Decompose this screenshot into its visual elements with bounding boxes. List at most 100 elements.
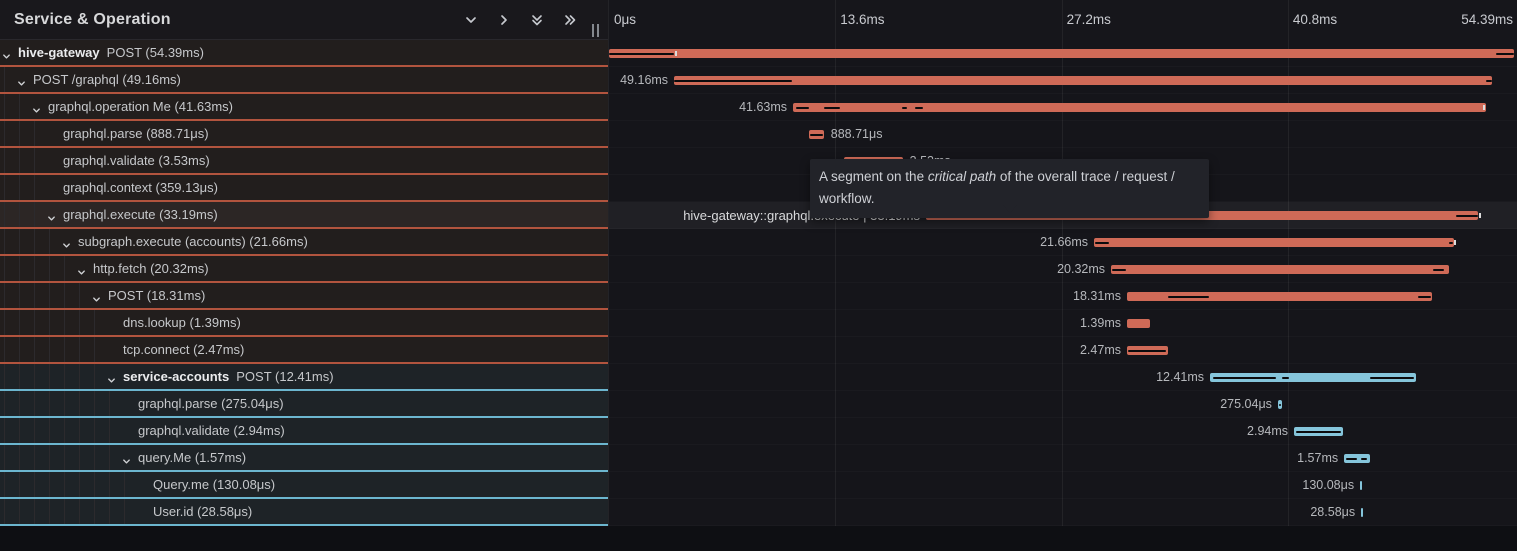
- span-duration-label: 49.16ms: [620, 67, 668, 94]
- indent-guide: [4, 67, 5, 92]
- double-chevron-down-icon[interactable]: [529, 12, 545, 28]
- tree-row-post-graphql[interactable]: POST /graphql (49.16ms): [0, 67, 608, 94]
- critical-path-segment[interactable]: [1128, 350, 1165, 352]
- timeline-tick-label: 13.6ms: [840, 0, 884, 40]
- critical-path-segment[interactable]: [1346, 458, 1357, 460]
- span-name-label: hive-gatewayPOST (54.39ms): [18, 40, 204, 65]
- critical-path-segment[interactable]: [1296, 431, 1341, 433]
- chevron-down-icon[interactable]: [62, 237, 71, 255]
- critical-path-segment[interactable]: [902, 107, 907, 109]
- span-name-label: http.fetch (20.32ms): [93, 256, 209, 281]
- critical-path-segment[interactable]: [1112, 269, 1127, 271]
- tree-row-dns-lookup[interactable]: dns.lookup (1.39ms): [0, 310, 608, 337]
- tree-row-post[interactable]: hive-gatewayPOST (54.39ms): [0, 40, 608, 67]
- critical-path-segment[interactable]: [674, 80, 792, 82]
- chevron-down-icon[interactable]: [47, 210, 56, 228]
- timeline-row: 18.31ms: [609, 283, 1517, 310]
- chevron-right-icon[interactable]: [496, 12, 512, 28]
- indent-guide: [19, 499, 20, 524]
- timeline-row: 2.94ms: [609, 418, 1517, 445]
- tree-row-graphql-execute[interactable]: graphql.execute (33.19ms): [0, 202, 608, 229]
- indent-guide: [19, 364, 20, 389]
- tree-row-graphql-validate[interactable]: graphql.validate (2.94ms): [0, 418, 608, 445]
- indent-guide: [4, 256, 5, 281]
- critical-path-segment[interactable]: [1361, 458, 1366, 460]
- critical-path-segment[interactable]: [1168, 296, 1209, 298]
- tree-row-subgraph-execute-accounts-[interactable]: subgraph.execute (accounts) (21.66ms): [0, 229, 608, 256]
- span-bar[interactable]: [1127, 319, 1150, 328]
- tree-row-graphql-parse[interactable]: graphql.parse (888.71μs): [0, 121, 608, 148]
- indent-guide: [79, 499, 80, 524]
- span-bar[interactable]: [1111, 265, 1449, 274]
- indent-guide: [109, 445, 110, 470]
- critical-path-segment[interactable]: [1213, 377, 1276, 379]
- indent-guide: [4, 445, 5, 470]
- tree-row-http-fetch[interactable]: http.fetch (20.32ms): [0, 256, 608, 283]
- critical-path-segment[interactable]: [796, 107, 808, 109]
- critical-path-segment[interactable]: [1370, 377, 1415, 379]
- span-name-label: graphql.parse (888.71μs): [63, 121, 209, 146]
- span-name-label: query.Me (1.57ms): [138, 445, 246, 470]
- indent-guide: [34, 445, 35, 470]
- critical-path-segment[interactable]: [1095, 242, 1109, 244]
- span-name-label: graphql.context (359.13μs): [63, 175, 218, 200]
- tree-row-query-me[interactable]: query.Me (1.57ms): [0, 445, 608, 472]
- indent-guide: [64, 445, 65, 470]
- indent-guide: [4, 337, 5, 362]
- tree-row-graphql-validate[interactable]: graphql.validate (3.53ms): [0, 148, 608, 175]
- indent-guide: [19, 121, 20, 146]
- panel-resize-grip[interactable]: [592, 24, 602, 37]
- span-bar[interactable]: [609, 49, 1514, 58]
- chevron-down-icon[interactable]: [17, 75, 26, 93]
- tree-row-tcp-connect[interactable]: tcp.connect (2.47ms): [0, 337, 608, 364]
- timeline-row: 888.71μs: [609, 121, 1517, 148]
- critical-path-segment[interactable]: [1433, 269, 1444, 271]
- critical-path-segment[interactable]: [1456, 215, 1478, 217]
- critical-path-segment[interactable]: [810, 134, 822, 136]
- indent-guide: [109, 472, 110, 497]
- chevron-down-icon[interactable]: [2, 48, 11, 66]
- tree-row-graphql-parse[interactable]: graphql.parse (275.04μs): [0, 391, 608, 418]
- indent-guide: [19, 175, 20, 200]
- chevron-down-icon[interactable]: [463, 12, 479, 28]
- span-tree: hive-gatewayPOST (54.39ms)POST /graphql …: [0, 40, 608, 526]
- chevron-down-icon[interactable]: [77, 264, 86, 282]
- critical-path-segment[interactable]: [1282, 377, 1289, 379]
- critical-path-segment[interactable]: [915, 107, 923, 109]
- tree-row-graphql-context[interactable]: graphql.context (359.13μs): [0, 175, 608, 202]
- critical-path-segment[interactable]: [1496, 53, 1514, 55]
- span-bar[interactable]: [1094, 238, 1454, 247]
- critical-path-segment[interactable]: [1418, 296, 1431, 298]
- tree-row-query-me[interactable]: Query.me (130.08μs): [0, 472, 608, 499]
- span-bar[interactable]: [793, 103, 1486, 112]
- double-chevron-right-icon[interactable]: [562, 12, 578, 28]
- indent-guide: [94, 499, 95, 524]
- indent-guide: [49, 256, 50, 281]
- critical-path-segment[interactable]: [824, 107, 841, 109]
- indent-guide: [49, 364, 50, 389]
- span-bar[interactable]: [1361, 508, 1363, 517]
- span-duration-label: 12.41ms: [1156, 364, 1204, 391]
- service-name: hive-gateway: [18, 45, 100, 60]
- span-event-marker: [1454, 240, 1456, 245]
- indent-guide: [94, 418, 95, 443]
- tooltip-caret: [1003, 205, 1017, 213]
- chevron-down-icon[interactable]: [122, 453, 131, 471]
- tree-row-graphql-operation-me[interactable]: graphql.operation Me (41.63ms): [0, 94, 608, 121]
- tree-row-user-id[interactable]: User.id (28.58μs): [0, 499, 608, 526]
- chevron-down-icon[interactable]: [32, 102, 41, 120]
- span-bar[interactable]: [674, 76, 1492, 85]
- critical-path-segment[interactable]: [1279, 404, 1281, 406]
- tree-row-post[interactable]: service-accountsPOST (12.41ms): [0, 364, 608, 391]
- chevron-down-icon[interactable]: [107, 372, 116, 390]
- chevron-down-icon[interactable]: [92, 291, 101, 309]
- indent-guide: [109, 499, 110, 524]
- indent-guide: [49, 472, 50, 497]
- critical-path-segment[interactable]: [1486, 80, 1492, 82]
- indent-guide: [49, 283, 50, 308]
- critical-path-segment[interactable]: [1449, 242, 1453, 244]
- span-duration-label: 2.94ms: [1247, 418, 1288, 445]
- tree-row-post[interactable]: POST (18.31ms): [0, 283, 608, 310]
- critical-path-segment[interactable]: [609, 53, 674, 55]
- span-bar[interactable]: [1360, 481, 1362, 490]
